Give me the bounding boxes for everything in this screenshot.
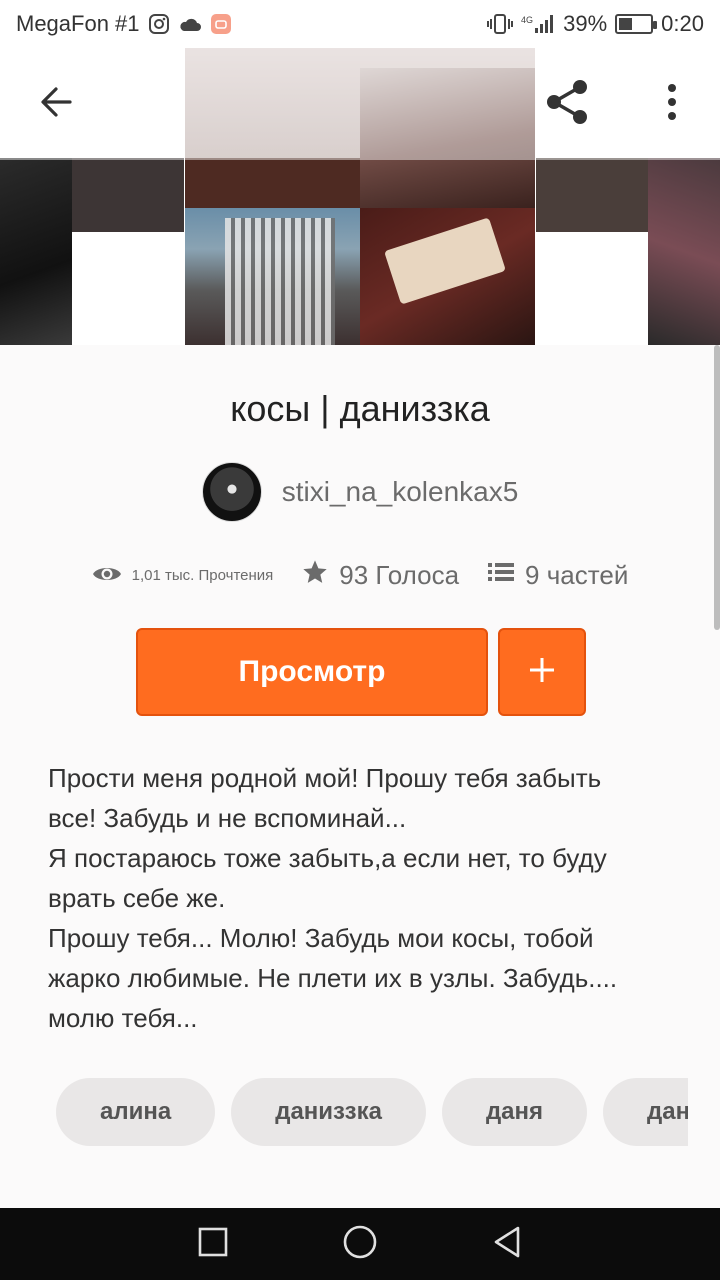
description-line: все! Забудь и не вспоминай... — [48, 803, 407, 833]
votes-stat: 93 Голоса — [301, 558, 459, 593]
square-icon — [197, 1226, 229, 1263]
triangle-back-icon — [491, 1225, 523, 1264]
back-button[interactable] — [22, 70, 90, 138]
battery-percent: 39% — [563, 11, 608, 36]
more-options-button[interactable] — [638, 70, 706, 138]
cover-image-next[interactable] — [648, 158, 720, 345]
recents-button[interactable] — [183, 1214, 243, 1274]
home-button[interactable] — [330, 1214, 390, 1274]
vibrate-icon — [487, 13, 514, 35]
tag-chip[interactable]: даниззка — [231, 1078, 426, 1146]
arrow-back-icon — [37, 83, 75, 126]
back-nav-button[interactable] — [477, 1214, 537, 1274]
carrier-label: MegaFon #1 — [16, 11, 140, 36]
action-buttons: Просмотр — [136, 628, 586, 716]
story-description: Прости меня родной мой! Прошу тебя забыт… — [48, 758, 676, 1038]
tag-chip[interactable]: алина — [56, 1078, 216, 1146]
cover-image-next-strip — [536, 158, 648, 232]
description-line: молю тебя... — [48, 1003, 198, 1033]
eye-icon — [92, 563, 122, 589]
add-to-library-button[interactable] — [498, 628, 586, 716]
avatar[interactable] — [201, 462, 262, 522]
status-bar: MegaFon #1 4G 39% 0:20 — [0, 0, 720, 48]
description-line: жарко любимые. Не плети их в узлы. Забуд… — [48, 963, 618, 993]
circle-icon — [342, 1224, 378, 1265]
tag-chip[interactable]: даня — [441, 1078, 588, 1146]
svg-text:4G: 4G — [521, 15, 533, 25]
description-line: врать себе же. — [48, 883, 226, 913]
description-line: Я постараюсь тоже забыть,а если нет, то … — [48, 843, 607, 873]
instagram-icon — [148, 13, 170, 35]
reads-count: 1,01 тыс. Прочтения — [131, 567, 274, 584]
cover-image-prev[interactable] — [0, 158, 72, 345]
cloud-icon — [178, 16, 202, 32]
description-line: Прости меня родной мой! Прошу тебя забыт… — [48, 763, 602, 793]
header-overlay — [0, 48, 720, 160]
parts-count: 9 частей — [525, 560, 629, 590]
list-icon — [487, 560, 515, 591]
read-button[interactable]: Просмотр — [136, 628, 488, 716]
tag-list[interactable]: алинаданиззкаданяданя — [56, 1078, 688, 1146]
battery-icon — [615, 14, 658, 34]
stats-row: 1,01 тыс. Прочтения 93 Голоса 9 частей — [0, 558, 720, 593]
cover-image-prev-strip — [72, 158, 184, 232]
author-name[interactable]: stixi_na_kolenkax5 — [282, 476, 519, 508]
clock: 0:20 — [661, 11, 704, 36]
votes-count: 93 Голоса — [339, 560, 460, 590]
star-icon — [301, 558, 329, 593]
parts-stat: 9 частей — [487, 560, 628, 591]
app-notification-icon — [210, 13, 232, 35]
share-icon — [542, 76, 594, 133]
plus-icon — [528, 656, 556, 689]
signal-icon: 4G — [521, 13, 555, 35]
story-title: косы | даниззка — [230, 388, 490, 429]
tag-chip[interactable]: даня — [603, 1078, 688, 1146]
share-button[interactable] — [534, 70, 602, 138]
system-nav-bar — [0, 1208, 720, 1280]
description-line: Прошу тебя... Молю! Забудь мои косы, тоб… — [48, 923, 594, 953]
more-vert-icon — [665, 82, 679, 127]
author-row[interactable]: stixi_na_kolenkax5 — [0, 462, 720, 522]
reads-stat: 1,01 тыс. Прочтения — [92, 563, 274, 589]
